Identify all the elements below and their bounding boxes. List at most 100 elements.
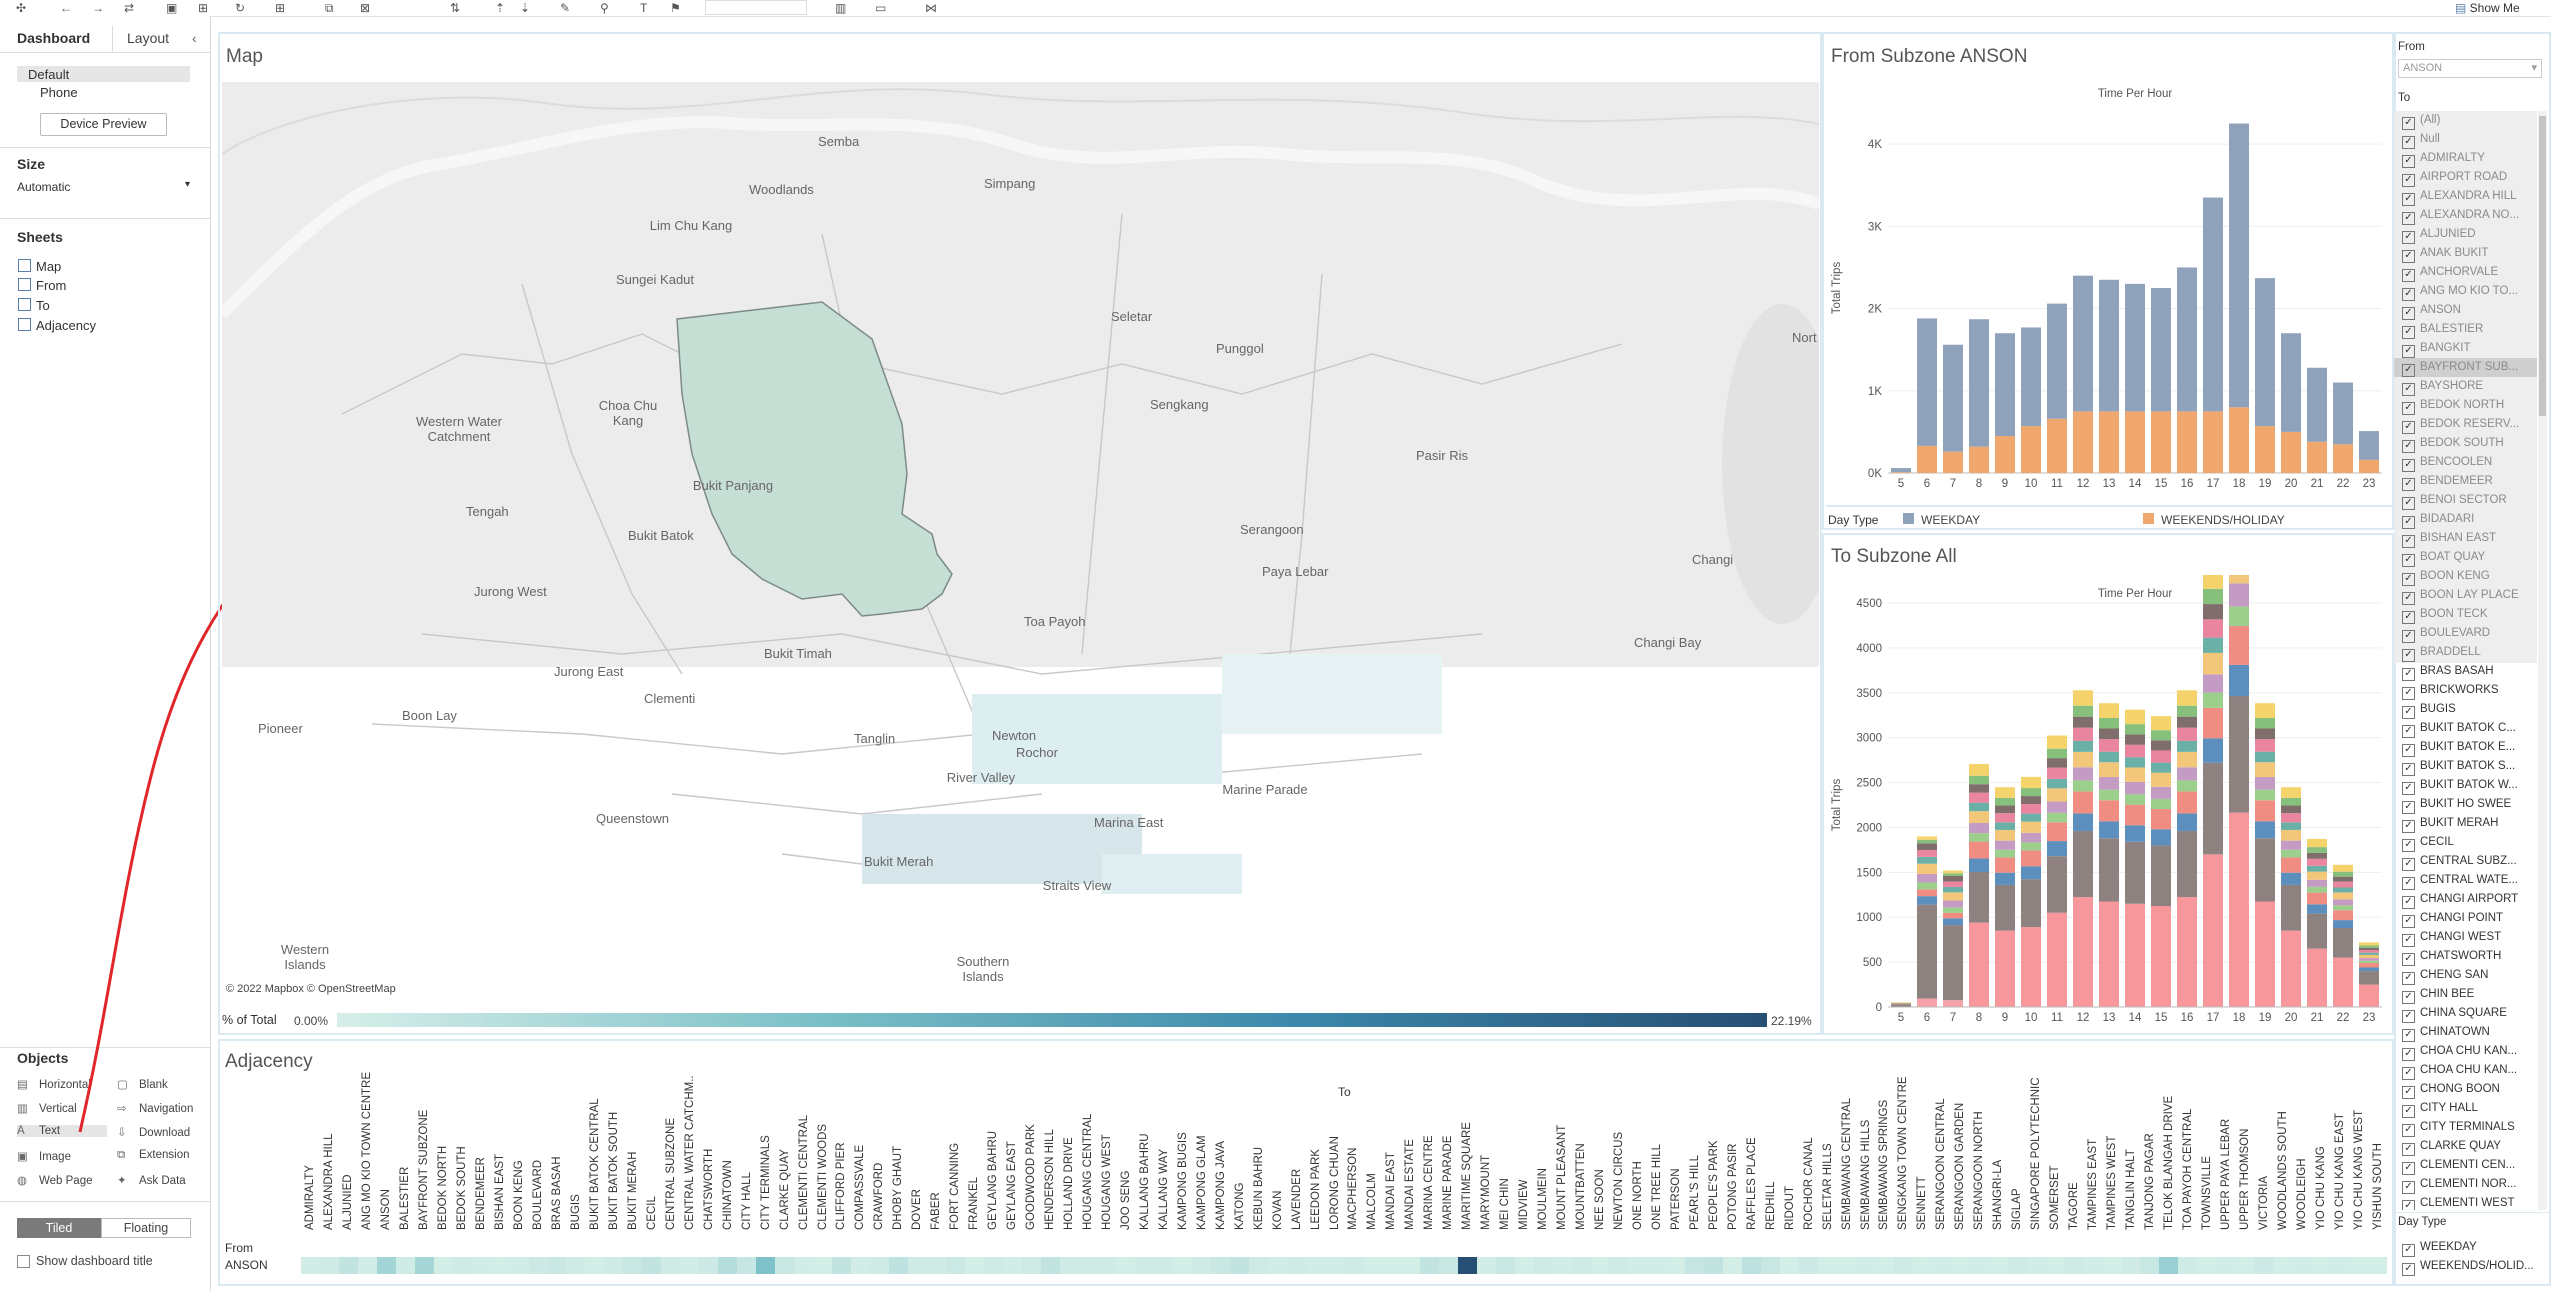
swap-icon[interactable]: ⇅ [450, 1, 460, 15]
stack-segment[interactable] [2177, 740, 2197, 752]
heatmap-cell[interactable] [642, 1257, 662, 1274]
stack-segment[interactable] [2125, 709, 2145, 725]
filter-item[interactable]: ✓ CENTRAL SUBZ... [2394, 852, 2517, 871]
filter-item[interactable]: ✓ BRAS BASAH [2394, 662, 2494, 681]
filter-item[interactable]: ✓ CLEMENTI CEN... [2394, 1156, 2515, 1175]
stack-segment[interactable] [2203, 674, 2223, 693]
bar-weekday[interactable] [2359, 431, 2379, 460]
stack-segment[interactable] [1917, 882, 1937, 890]
heatmap-cell[interactable] [2026, 1257, 2047, 1274]
highlight-icon[interactable]: ✎ [560, 1, 570, 15]
stack-segment[interactable] [2151, 809, 2171, 830]
bar-weekday[interactable] [1891, 468, 1911, 473]
stack-segment[interactable] [1943, 925, 1963, 1001]
filter-item[interactable]: ✓ CHANGI WEST [2394, 928, 2501, 947]
bar-weekendsholiday[interactable] [2125, 411, 2145, 473]
heatmap-cell[interactable] [1856, 1257, 1876, 1274]
bar-weekendsholiday[interactable] [2203, 411, 2223, 473]
object-horizontal[interactable]: ▤ Horizontal [17, 1077, 91, 1091]
duplicate-icon[interactable]: ⧉ [325, 1, 334, 15]
stack-segment[interactable] [2255, 717, 2275, 729]
heatmap-cell[interactable] [1116, 1257, 1136, 1274]
stack-segment[interactable] [1917, 856, 1937, 864]
bar-weekendsholiday[interactable] [2229, 407, 2249, 473]
bar-weekday[interactable] [2177, 267, 2197, 412]
stack-segment[interactable] [2099, 901, 2119, 1007]
stack-segment[interactable] [2047, 912, 2067, 1007]
heatmap-cell[interactable] [357, 1257, 378, 1274]
filter-item[interactable]: ✓ CITY HALL [2394, 1099, 2478, 1118]
heatmap-cell[interactable] [2368, 1257, 2388, 1274]
filter-item[interactable]: ✓ CHANGI AIRPORT [2394, 890, 2518, 909]
heatmap-cell[interactable] [945, 1257, 966, 1274]
heatmap-cell[interactable] [490, 1257, 511, 1274]
save-icon[interactable]: ▣ [166, 1, 177, 15]
to-chart[interactable]: Time Per Hour Total Trips 0 500 1000 1500 2000… [1826, 575, 2392, 1033]
filter-item[interactable]: ✓ BUKIT HO SWEE [2394, 795, 2511, 814]
heatmap-cell[interactable] [983, 1257, 1004, 1274]
heatmap-cell[interactable] [1742, 1257, 1762, 1274]
legend-weekday[interactable]: WEEKDAY [1921, 513, 1980, 527]
device-default[interactable]: Default [28, 67, 69, 82]
stack-segment[interactable] [1969, 775, 1989, 785]
object-navigation[interactable]: ⇨ Navigation [117, 1101, 193, 1115]
stack-segment[interactable] [2281, 930, 2301, 1007]
stack-segment[interactable] [1995, 805, 2015, 814]
heatmap-cell[interactable] [376, 1257, 397, 1274]
stack-segment[interactable] [2307, 886, 2327, 893]
floating-toggle[interactable]: Floating [101, 1218, 191, 1238]
stack-segment[interactable] [1943, 900, 1963, 908]
heatmap-cell[interactable] [813, 1257, 833, 1274]
heatmap-cell[interactable] [775, 1257, 795, 1274]
filter-item[interactable]: ✓ CHATSWORTH [2394, 947, 2501, 966]
filter-item[interactable]: ✓ CLEMENTI WEST [2394, 1194, 2515, 1210]
filter-item[interactable]: ✓ ADMIRALTY [2394, 149, 2485, 168]
heatmap-cell[interactable] [1287, 1257, 1307, 1274]
filter-item[interactable]: ✓ BISHAN EAST [2394, 529, 2496, 548]
stack-segment[interactable] [2203, 619, 2223, 638]
stack-segment[interactable] [2203, 707, 2223, 739]
heatmap-cell[interactable] [2292, 1257, 2312, 1274]
stack-segment[interactable] [2125, 781, 2145, 795]
filter-item[interactable]: ✓ ALJUNIED [2394, 225, 2476, 244]
stack-segment[interactable] [2073, 705, 2093, 717]
pin-icon[interactable]: ⚑ [670, 1, 681, 15]
bar-weekendsholiday[interactable] [2151, 411, 2171, 473]
bar-weekendsholiday[interactable] [1891, 472, 1911, 473]
stack-segment[interactable] [1891, 1002, 1911, 1004]
bar-weekendsholiday[interactable] [2099, 411, 2119, 473]
stack-segment[interactable] [2073, 690, 2093, 706]
stack-segment[interactable] [2125, 825, 2145, 842]
new-worksheet-icon[interactable]: ⊞ [275, 1, 285, 15]
stack-segment[interactable] [2099, 762, 2119, 778]
filter-item[interactable]: ✓ CHOA CHU KAN... [2394, 1042, 2517, 1061]
stack-segment[interactable] [2177, 831, 2197, 898]
stack-segment[interactable] [2359, 971, 2379, 985]
stack-segment[interactable] [2359, 942, 2379, 946]
bar-weekday[interactable] [2099, 279, 2119, 412]
stack-segment[interactable] [1943, 875, 1963, 882]
stack-segment[interactable] [2281, 857, 2301, 873]
heatmap-cell[interactable] [1837, 1257, 1857, 1274]
undo-icon[interactable]: ← [60, 1, 72, 15]
heatmap-cell[interactable] [1419, 1257, 1440, 1274]
stack-segment[interactable] [2307, 838, 2327, 848]
stack-segment[interactable] [2359, 960, 2379, 964]
heatmap-cell[interactable] [1381, 1257, 1402, 1274]
filter-item[interactable]: ✓ BUKIT BATOK E... [2394, 738, 2515, 757]
stack-segment[interactable] [2255, 838, 2275, 902]
filter-item[interactable]: ✓ BRADDELL [2394, 643, 2481, 662]
filter-item[interactable]: ✓ CHINA SQUARE [2394, 1004, 2507, 1023]
stack-segment[interactable] [2177, 727, 2197, 741]
filter-item[interactable]: ✓ Null [2394, 130, 2440, 149]
stack-segment[interactable] [2359, 945, 2379, 948]
heatmap-cell[interactable] [2064, 1257, 2085, 1274]
heatmap-cell[interactable] [2254, 1257, 2274, 1274]
stack-segment[interactable] [2047, 812, 2067, 823]
stack-segment[interactable] [2151, 772, 2171, 787]
device-preview-button[interactable]: Device Preview [40, 113, 167, 136]
stack-segment[interactable] [2021, 850, 2041, 867]
heatmap-cell[interactable] [1495, 1257, 1516, 1274]
heatmap-cell[interactable] [794, 1257, 814, 1274]
bar-weekendsholiday[interactable] [2047, 418, 2067, 473]
